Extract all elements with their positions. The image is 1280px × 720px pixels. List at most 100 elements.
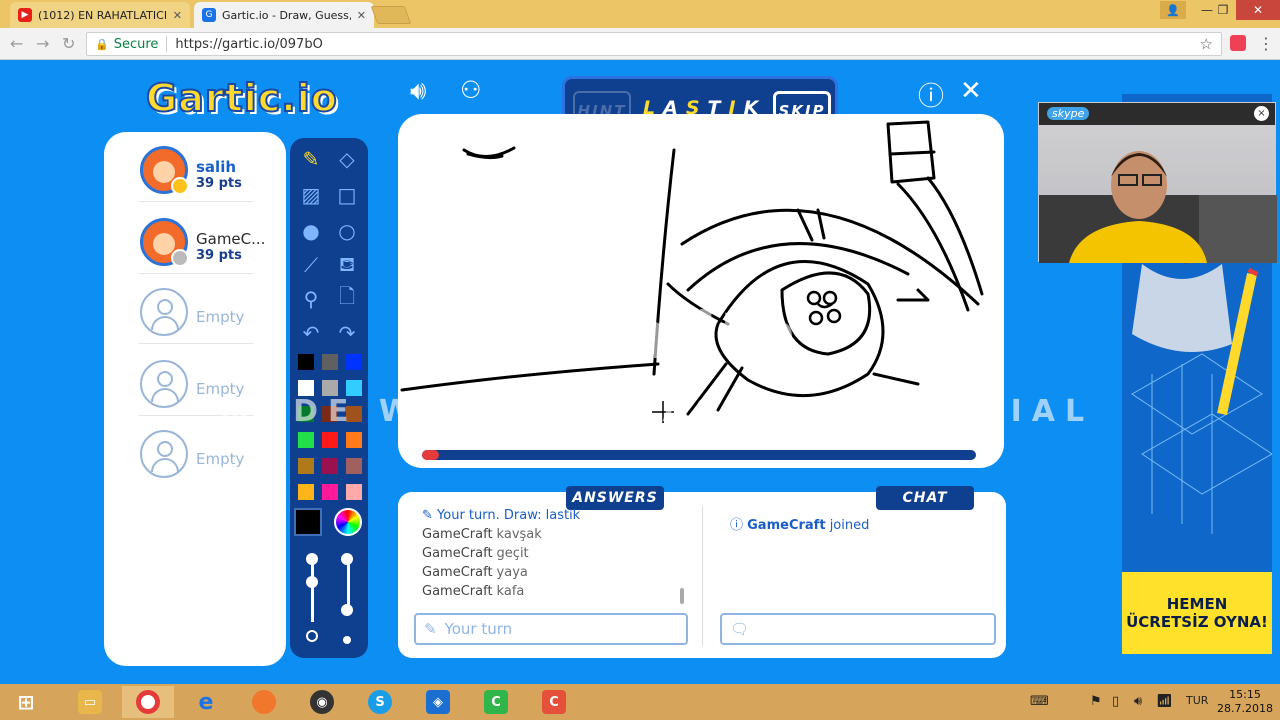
current-color-swatch[interactable] <box>294 508 322 536</box>
webcam-feed <box>1039 125 1277 263</box>
tab-youtube[interactable]: ▶ (1012) EN RAHATLATICI ✕ <box>10 2 190 28</box>
pocket-extension-icon[interactable] <box>1230 35 1246 51</box>
sound-icon[interactable]: 🔊︎ <box>410 76 426 107</box>
info-icon[interactable]: ⓘ <box>918 76 944 113</box>
skype-titlebar: skype × <box>1039 103 1275 125</box>
camtasia-watermark: TechSmith <box>408 300 799 374</box>
internet-explorer-icon[interactable]: e <box>180 686 232 718</box>
webcam-person <box>1039 151 1277 263</box>
input-language[interactable]: TUR <box>1186 694 1208 707</box>
network-icon[interactable]: 📶︎ <box>1156 694 1173 709</box>
tab-close-icon[interactable]: ✕ <box>357 9 366 22</box>
ad-line: ÜCRETSİZ OYNA! <box>1126 613 1268 631</box>
power-icon[interactable]: ▯ <box>1112 694 1119 709</box>
eyedropper-tool-icon[interactable]: ⚲ <box>296 284 326 314</box>
user-profile-icon[interactable]: 👤 <box>1160 1 1186 19</box>
skype-taskbar-icon[interactable]: S <box>354 686 406 718</box>
answer-text: Your turn. Draw: lastik <box>437 508 581 523</box>
answers-list: ✎ Your turn. Draw: lastik GameCraft kavşa… <box>422 508 684 604</box>
player-slot-empty: Empty <box>138 280 254 344</box>
answers-scrollbar[interactable] <box>680 588 684 604</box>
address-separator <box>166 36 168 52</box>
address-toolbar: ← → ↻ 🔒 Secure https://gartic.io/097bO ☆… <box>0 28 1280 60</box>
defender-icon[interactable]: ◈ <box>412 686 464 718</box>
eraser-tool-icon[interactable]: ◇ <box>332 144 362 174</box>
answer-input[interactable]: ✎ Your turn <box>414 613 688 645</box>
bookmark-star-icon[interactable]: ☆ <box>1200 35 1213 53</box>
rectangle-tool-icon[interactable]: □ <box>332 180 362 210</box>
color-swatch[interactable] <box>320 482 340 502</box>
ad-call-to-action[interactable]: HEMEN ÜCRETSİZ OYNA! <box>1122 572 1272 654</box>
redo-tool-icon[interactable]: ↷ <box>332 318 362 348</box>
firefox-icon[interactable] <box>238 686 290 718</box>
new-page-tool-icon[interactable]: 🗋︎ <box>332 284 362 314</box>
filled-ellipse-tool-icon[interactable]: ● <box>296 216 326 246</box>
player-name: Empty <box>196 450 245 468</box>
close-window-button[interactable]: ✕ <box>1236 0 1280 20</box>
list-item: GameCraft geçit <box>422 546 684 565</box>
keyboard-icon[interactable]: ⌨ <box>1030 694 1049 709</box>
color-wheel-icon[interactable] <box>334 508 362 536</box>
pencil-tool-icon[interactable]: ✎ <box>296 144 326 174</box>
answer-text: yaya <box>496 565 528 580</box>
player-item: salih 39 pts <box>138 138 254 202</box>
obs-icon[interactable]: ◉ <box>296 686 348 718</box>
color-swatch[interactable] <box>344 482 364 502</box>
list-item: ✎ Your turn. Draw: lastik <box>422 508 581 523</box>
url-text[interactable]: https://gartic.io/097bO <box>175 37 322 52</box>
forward-arrow-icon[interactable]: → <box>36 34 49 53</box>
color-swatch[interactable] <box>296 352 316 372</box>
answer-user: GameCraft <box>422 527 493 542</box>
camtasia-trial-watermark: MADE WITH CAMTASIA FREE TRIAL <box>220 394 1095 429</box>
ellipse-tool-icon[interactable]: ○ <box>332 216 362 246</box>
color-swatch[interactable] <box>344 456 364 476</box>
skype-close-icon[interactable]: × <box>1254 106 1269 121</box>
reload-icon[interactable]: ↻ <box>62 34 75 53</box>
camtasia-editor-icon[interactable]: C <box>528 686 580 718</box>
color-swatch[interactable] <box>320 430 340 450</box>
chat-text: joined <box>829 518 870 533</box>
color-swatch[interactable] <box>296 482 316 502</box>
back-arrow-icon[interactable]: ← <box>10 34 23 53</box>
tab-gartic[interactable]: G Gartic.io - Draw, Guess, W ✕ <box>194 2 374 28</box>
color-swatch[interactable] <box>296 456 316 476</box>
empty-avatar-icon <box>140 360 188 408</box>
chrome-icon[interactable] <box>122 686 174 718</box>
system-clock[interactable]: 15:15 28.7.2018 <box>1216 688 1274 716</box>
skype-video-window[interactable]: skype × <box>1038 102 1277 263</box>
share-icon[interactable]: ⚇ <box>460 76 482 104</box>
player-points: 39 pts <box>196 176 242 191</box>
browser-tab-strip: ▶ (1012) EN RAHATLATICI ✕ G Gartic.io - … <box>0 0 1280 28</box>
exit-icon[interactable]: ✕ <box>960 76 982 106</box>
browser-menu-icon[interactable]: ⋮ <box>1258 34 1274 53</box>
camtasia-recorder-icon[interactable]: C <box>470 686 522 718</box>
tray-icon[interactable]: ⚑ <box>1090 694 1102 709</box>
player-name: GameC... <box>196 230 266 248</box>
filled-rectangle-tool-icon[interactable]: ▨ <box>296 180 326 210</box>
color-swatch[interactable] <box>344 430 364 450</box>
volume-icon[interactable]: 🔊︎ <box>1134 694 1142 709</box>
list-item: GameCraft yaya <box>422 565 684 584</box>
windows-start-icon[interactable]: ⊞ <box>0 686 52 718</box>
tab-close-icon[interactable]: ✕ <box>173 9 182 22</box>
answer-user: GameCraft <box>422 546 493 561</box>
address-bar[interactable]: 🔒 Secure https://gartic.io/097bO ☆ <box>86 32 1222 56</box>
new-tab-button[interactable] <box>370 6 412 24</box>
lock-icon: 🔒 <box>95 37 109 51</box>
color-swatch[interactable] <box>320 352 340 372</box>
line-tool-icon[interactable]: ⟋ <box>296 250 326 280</box>
answer-user: GameCraft <box>422 565 493 580</box>
chat-user: GameCraft <box>747 518 826 533</box>
undo-tool-icon[interactable]: ↶ <box>296 318 326 348</box>
chat-input[interactable]: 🗨︎ <box>720 613 996 645</box>
player-points: 39 pts <box>196 248 242 263</box>
color-swatch[interactable] <box>296 430 316 450</box>
list-item: GameCraft kafa <box>422 584 684 603</box>
color-swatch[interactable] <box>320 456 340 476</box>
fill-bucket-tool-icon[interactable]: ⛾ <box>332 250 362 280</box>
turn-timer-fill <box>422 450 439 460</box>
file-explorer-icon[interactable]: ▭ <box>64 686 116 718</box>
avatar <box>140 218 189 267</box>
color-swatch[interactable] <box>344 352 364 372</box>
list-item: GameCraft kavşak <box>422 527 684 546</box>
